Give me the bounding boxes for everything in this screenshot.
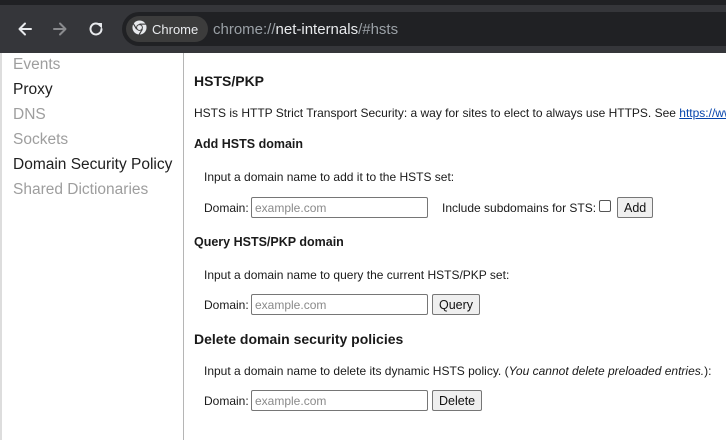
include-subdomains-checkbox[interactable] — [599, 200, 611, 212]
delete-instruction-text: Input a domain name to delete its dynami… — [204, 364, 509, 378]
sidebar-item-shared-dictionaries[interactable]: Shared Dictionaries — [13, 181, 148, 199]
sidebar: Events Proxy DNS Sockets Domain Security… — [0, 53, 184, 440]
delete-button[interactable]: Delete — [432, 390, 483, 411]
browser-toolbar: Chrome chrome://net-internals/#hsts — [0, 0, 726, 53]
forward-icon[interactable] — [47, 16, 73, 42]
sidebar-item-dns[interactable]: DNS — [13, 106, 46, 124]
query-button[interactable]: Query — [432, 294, 481, 315]
query-domain-label: Domain: — [204, 298, 249, 312]
delete-domain-input[interactable] — [251, 390, 428, 411]
sidebar-item-sockets[interactable]: Sockets — [13, 131, 68, 149]
query-hsts-heading: Query HSTS/PKP domain — [194, 235, 344, 249]
main-content: HSTS/PKP HSTS is HTTP Strict Transport S… — [184, 53, 726, 440]
chip-label: Chrome — [152, 21, 199, 37]
add-domain-label: Domain: — [204, 201, 249, 215]
add-button[interactable]: Add — [617, 197, 654, 218]
query-domain-input[interactable] — [251, 294, 428, 315]
url-path: /#hsts — [358, 21, 399, 38]
add-instruction: Input a domain name to add it to the HST… — [204, 170, 455, 184]
delete-domain-label: Domain: — [204, 394, 249, 408]
hsts-info-link[interactable]: https://www.chromium.org/hsts — [679, 106, 726, 120]
query-instruction: Input a domain name to query the current… — [204, 268, 510, 282]
intro-text: HSTS is HTTP Strict Transport Security: … — [194, 106, 726, 120]
page-title: HSTS/PKP — [194, 73, 265, 89]
delete-instruction-note: You cannot delete preloaded entries. — [508, 364, 705, 378]
url-text[interactable]: chrome://net-internals/#hsts — [213, 21, 398, 38]
sidebar-item-events[interactable]: Events — [13, 56, 60, 74]
sidebar-item-proxy[interactable]: Proxy — [13, 81, 53, 99]
delete-instruction-end: ): — [704, 364, 712, 378]
intro-sentence: HSTS is HTTP Strict Transport Security: … — [194, 106, 676, 120]
address-bar[interactable]: Chrome chrome://net-internals/#hsts — [122, 12, 726, 46]
chrome-page-chip[interactable]: Chrome — [126, 16, 208, 42]
add-hsts-heading: Add HSTS domain — [194, 137, 304, 151]
url-host: net-internals — [275, 21, 359, 38]
url-scheme: chrome:// — [213, 21, 276, 38]
delete-instruction: Input a domain name to delete its dynami… — [204, 364, 711, 378]
include-subdomains-label: Include subdomains for STS: — [442, 201, 597, 215]
back-icon[interactable] — [12, 16, 38, 42]
reload-icon[interactable] — [83, 16, 109, 42]
sidebar-item-domain-security-policy[interactable]: Domain Security Policy — [13, 156, 172, 174]
add-domain-input[interactable] — [251, 197, 428, 218]
delete-policies-heading: Delete domain security policies — [194, 331, 404, 347]
chrome-logo-icon — [132, 19, 147, 39]
